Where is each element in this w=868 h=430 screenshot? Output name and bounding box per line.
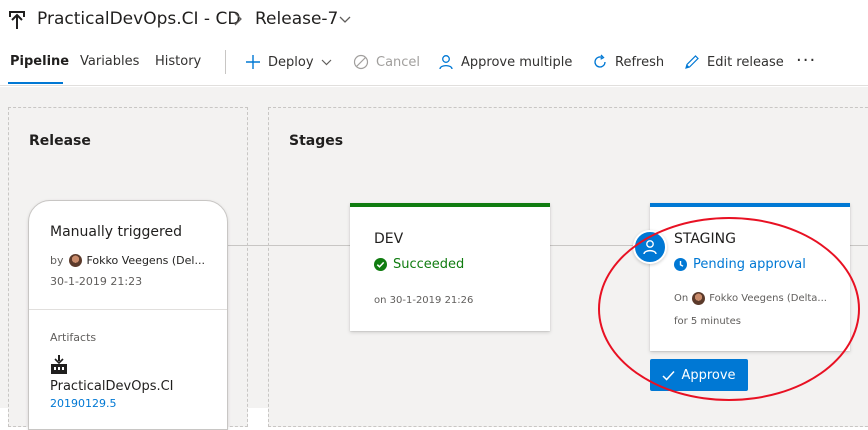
pipeline-icon xyxy=(9,11,25,29)
stage-status-label: Pending approval xyxy=(693,257,806,272)
stage-status[interactable]: Succeeded xyxy=(374,257,464,272)
toolbar: Pipeline Variables History Deploy Cancel… xyxy=(0,42,868,86)
stage-status-label: Succeeded xyxy=(393,257,465,272)
cancel-label: Cancel xyxy=(376,54,421,70)
refresh-label: Refresh xyxy=(615,54,665,70)
tab-pipeline[interactable]: Pipeline xyxy=(10,54,69,69)
deploy-button[interactable]: Deploy xyxy=(245,50,332,74)
release-date: 30-1-2019 21:23 xyxy=(50,275,143,288)
artifact-version[interactable]: 20190129.5 xyxy=(50,397,116,410)
person-icon xyxy=(439,55,453,70)
trigger-text: Manually triggered xyxy=(50,224,182,240)
cancel-button[interactable]: Cancel xyxy=(353,50,420,74)
on-prefix: On xyxy=(674,293,689,304)
check-icon xyxy=(662,370,675,381)
plus-icon xyxy=(246,55,260,69)
chevron-down-icon[interactable] xyxy=(339,16,351,24)
avatar xyxy=(692,292,706,305)
more-options-icon[interactable]: ··· xyxy=(796,50,816,71)
stage-approver: On Fokko Veegens (Delta... xyxy=(674,292,827,305)
stage-status[interactable]: Pending approval xyxy=(674,257,806,272)
person-icon xyxy=(643,240,657,255)
release-card[interactable]: Manually triggered by Fokko Veegens (Del… xyxy=(28,200,228,430)
release-panel-title: Release xyxy=(29,133,91,149)
chevron-down-icon xyxy=(321,59,331,65)
connector-line xyxy=(228,245,268,246)
cancel-icon xyxy=(353,54,369,70)
stage-timestamp: on 30-1-2019 21:26 xyxy=(374,295,474,306)
approver-name: Fokko Veegens (Delta... xyxy=(709,293,827,304)
stage-card-staging[interactable]: STAGING Pending approval On Fokko Veegen… xyxy=(650,203,850,351)
check-circle-icon xyxy=(374,258,387,271)
artifacts-label: Artifacts xyxy=(50,331,97,344)
build-artifact-icon xyxy=(51,355,67,374)
stage-name: STAGING xyxy=(674,231,736,247)
page-header: PracticalDevOps.CI - CD Release-7 xyxy=(0,0,868,42)
approver-badge[interactable] xyxy=(633,230,667,264)
approve-multiple-button[interactable]: Approve multiple xyxy=(438,50,572,74)
release-title[interactable]: Release-7 xyxy=(255,9,338,29)
approve-button[interactable]: Approve xyxy=(650,359,748,391)
artifact-name[interactable]: PracticalDevOps.CI xyxy=(50,379,174,394)
connector-line xyxy=(268,245,350,246)
triggered-by-user: Fokko Veegens (Del... xyxy=(86,254,205,267)
stage-status-bar xyxy=(650,203,850,207)
pending-duration: for 5 minutes xyxy=(674,316,741,327)
stage-card-dev[interactable]: DEV Succeeded on 30-1-2019 21:26 xyxy=(350,203,550,331)
stage-name: DEV xyxy=(374,231,404,247)
edit-release-label: Edit release xyxy=(707,54,784,70)
stages-panel-title: Stages xyxy=(289,133,344,149)
avatar xyxy=(68,254,82,267)
tab-history[interactable]: History xyxy=(155,54,201,69)
refresh-icon xyxy=(594,54,606,68)
breadcrumb-chevron-icon xyxy=(234,12,242,26)
pencil-icon xyxy=(685,55,699,69)
tab-variables[interactable]: Variables xyxy=(80,54,139,69)
pipeline-title[interactable]: PracticalDevOps.CI - CD xyxy=(37,9,240,29)
divider xyxy=(29,309,227,310)
refresh-button[interactable]: Refresh xyxy=(592,50,664,74)
connector-line xyxy=(850,245,868,246)
deploy-label: Deploy xyxy=(268,54,314,70)
clock-icon xyxy=(674,258,687,271)
stage-status-bar xyxy=(350,203,550,207)
approve-multiple-label: Approve multiple xyxy=(461,54,573,70)
triggered-by: by Fokko Veegens (Del... xyxy=(50,254,205,267)
approve-label: Approve xyxy=(681,367,736,383)
toolbar-divider xyxy=(225,50,226,74)
active-tab-indicator xyxy=(8,82,63,84)
edit-release-button[interactable]: Edit release xyxy=(684,50,784,74)
by-prefix: by xyxy=(50,254,64,267)
